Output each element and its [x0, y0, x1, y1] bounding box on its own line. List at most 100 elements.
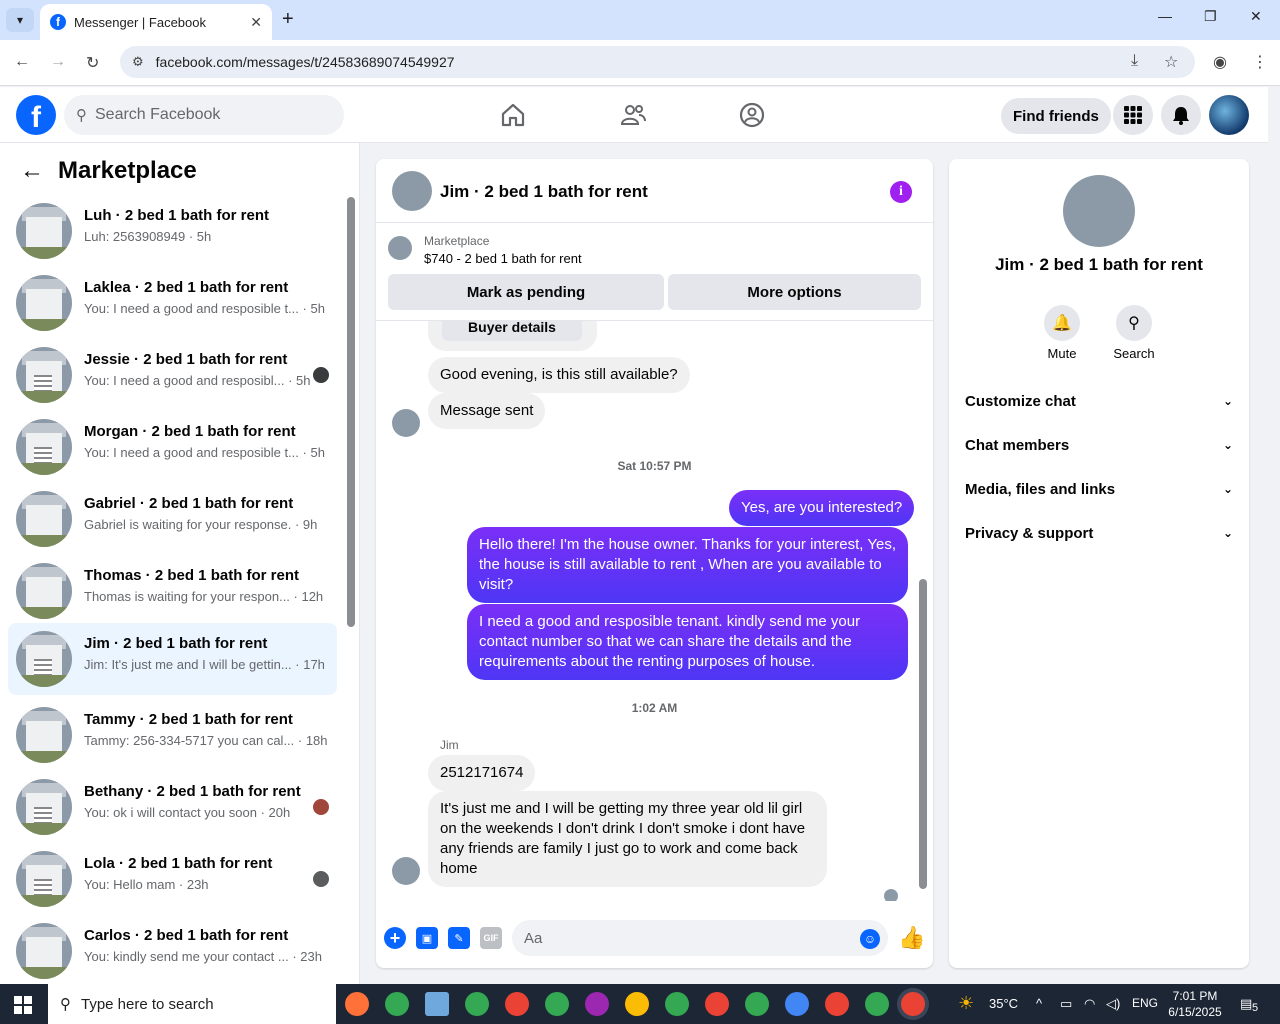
- customize-chat-row[interactable]: Customize chat ⌄: [965, 389, 1233, 413]
- listing-thumbnail: [16, 707, 72, 763]
- chrome-active-icon[interactable]: [901, 992, 925, 1016]
- mark-as-pending-button[interactable]: Mark as pending: [388, 274, 664, 310]
- mute-button[interactable]: 🔔 Mute: [1032, 305, 1092, 361]
- info-icon[interactable]: i: [890, 181, 912, 203]
- conversation-item[interactable]: Laklea · 2 bed 1 bath for rent You: I ne…: [8, 267, 337, 339]
- home-icon[interactable]: [499, 101, 527, 129]
- chrome-icon[interactable]: [705, 992, 729, 1016]
- new-tab-button[interactable]: +: [282, 8, 294, 31]
- media-files-links-row[interactable]: Media, files and links ⌄: [965, 477, 1233, 501]
- conversation-item[interactable]: Bethany · 2 bed 1 bath for rent You: ok …: [8, 771, 337, 843]
- firefox-icon[interactable]: [345, 992, 369, 1016]
- row-label: Media, files and links: [965, 480, 1116, 498]
- chrome-icon[interactable]: [585, 992, 609, 1016]
- close-window-icon[interactable]: ✕: [1250, 8, 1262, 25]
- buyer-details-button[interactable]: Buyer details: [442, 321, 582, 341]
- thumbs-up-icon[interactable]: 👍: [898, 925, 925, 951]
- chrome-icon[interactable]: [665, 992, 689, 1016]
- sticker-icon[interactable]: ✎: [448, 927, 470, 949]
- chevron-up-icon[interactable]: ^: [1036, 996, 1042, 1011]
- account-avatar[interactable]: [1209, 95, 1249, 135]
- browser-tab[interactable]: f Messenger | Facebook ✕: [40, 4, 272, 40]
- page-scrollbar[interactable]: [1268, 87, 1280, 984]
- message-input[interactable]: Aa: [512, 920, 888, 956]
- meet-now-icon[interactable]: ▭: [1060, 996, 1072, 1012]
- notifications-bell-icon[interactable]: [1161, 95, 1201, 135]
- chat-members-row[interactable]: Chat members ⌄: [965, 433, 1233, 457]
- reload-icon[interactable]: ↻: [86, 53, 99, 73]
- conversation-snippet: Luh: 2563908949 · 5h: [84, 229, 212, 244]
- taskbar-search-input[interactable]: ⚲ Type here to search: [48, 984, 336, 1024]
- contact-name: Jim · 2 bed 1 bath for rent: [995, 255, 1203, 274]
- conversation-item[interactable]: Jessie · 2 bed 1 bath for rent You: I ne…: [8, 339, 337, 411]
- message-list: Buyer details Good evening, is this stil…: [376, 321, 933, 901]
- chrome-icon[interactable]: [865, 992, 889, 1016]
- weather-icon[interactable]: ☀: [958, 993, 974, 1014]
- conversation-item[interactable]: Lola · 2 bed 1 bath for rent You: Hello …: [8, 843, 337, 915]
- chrome-icon[interactable]: [465, 992, 489, 1016]
- chrome-icon[interactable]: [545, 992, 569, 1016]
- profile-icon[interactable]: ◉: [1213, 52, 1227, 72]
- back-arrow-icon[interactable]: ←: [20, 157, 44, 185]
- conversation-snippet: You: I need a good and resposible t... ·…: [84, 301, 325, 316]
- conversation-item[interactable]: Carlos · 2 bed 1 bath for rent You: kind…: [8, 915, 337, 984]
- site-info-icon[interactable]: ⚙: [132, 54, 144, 70]
- sidebar-title: Marketplace: [58, 157, 197, 184]
- photo-icon[interactable]: ▣: [416, 927, 438, 949]
- chat-avatar[interactable]: [392, 171, 432, 211]
- conversation-item[interactable]: Luh · 2 bed 1 bath for rent Luh: 2563908…: [8, 195, 337, 267]
- photos-icon[interactable]: [425, 992, 449, 1016]
- facebook-logo-icon[interactable]: f: [16, 95, 56, 135]
- url-field[interactable]: ⚙ facebook.com/messages/t/24583689074549…: [120, 46, 1195, 78]
- emoji-icon[interactable]: ☺: [860, 929, 880, 949]
- conversation-item[interactable]: Morgan · 2 bed 1 bath for rent You: I ne…: [8, 411, 337, 483]
- forward-icon[interactable]: →: [50, 53, 66, 71]
- temperature[interactable]: 35°C: [989, 996, 1018, 1011]
- conversation-snippet: You: ok i will contact you soon · 20h: [84, 805, 291, 820]
- marketplace-sidebar: ← Marketplace Luh · 2 bed 1 bath for ren…: [0, 143, 360, 984]
- groups-icon[interactable]: [738, 101, 766, 129]
- browser-menu-icon[interactable]: ⋮: [1252, 52, 1268, 72]
- more-options-button[interactable]: More options: [668, 274, 921, 310]
- notifications-icon[interactable]: ▤: [1240, 996, 1252, 1012]
- chrome-icon[interactable]: [785, 992, 809, 1016]
- listing-thumbnail: [16, 923, 72, 979]
- tab-search-button[interactable]: ▾: [6, 8, 34, 32]
- chrome-icon[interactable]: [385, 992, 409, 1016]
- conversation-item[interactable]: Gabriel · 2 bed 1 bath for rent Gabriel …: [8, 483, 337, 555]
- sidebar-scrollbar[interactable]: [347, 197, 355, 627]
- menu-grid-icon[interactable]: [1113, 95, 1153, 135]
- listing-price[interactable]: $740 - 2 bed 1 bath for rent: [424, 251, 582, 266]
- chrome-icon[interactable]: [505, 992, 529, 1016]
- gif-icon[interactable]: GIF: [480, 927, 502, 949]
- close-tab-icon[interactable]: ✕: [250, 14, 262, 31]
- install-app-icon[interactable]: ⤓: [1131, 52, 1138, 70]
- privacy-support-row[interactable]: Privacy & support ⌄: [965, 521, 1233, 545]
- conversation-item[interactable]: Thomas · 2 bed 1 bath for rent Thomas is…: [8, 555, 337, 627]
- sender-name: Jim: [440, 738, 459, 752]
- facebook-search-input[interactable]: ⚲ Search Facebook: [64, 95, 344, 135]
- chrome-icon[interactable]: [625, 992, 649, 1016]
- chrome-icon[interactable]: [825, 992, 849, 1016]
- volume-icon[interactable]: ◁): [1106, 996, 1120, 1012]
- add-icon[interactable]: +: [384, 927, 406, 949]
- taskbar-clock[interactable]: 7:01 PM 6/15/2025: [1163, 988, 1227, 1020]
- search-icon: ⚲: [76, 107, 87, 124]
- minimize-icon[interactable]: —: [1158, 8, 1172, 24]
- back-icon[interactable]: ←: [14, 53, 30, 71]
- find-friends-button[interactable]: Find friends: [1001, 98, 1111, 134]
- friends-icon[interactable]: [619, 101, 647, 129]
- bookmark-star-icon[interactable]: ☆: [1164, 52, 1178, 72]
- search-button[interactable]: ⚲ Search: [1104, 305, 1164, 361]
- chat-panel: Jim · 2 bed 1 bath for rent i Marketplac…: [376, 159, 933, 968]
- wifi-icon[interactable]: ◠: [1084, 996, 1095, 1012]
- language-indicator[interactable]: ENG: [1132, 996, 1158, 1010]
- conversation-item-active[interactable]: Jim · 2 bed 1 bath for rent Jim: It's ju…: [8, 623, 337, 695]
- windows-start-icon[interactable]: [14, 996, 32, 1014]
- outgoing-message-bubble: Yes, are you interested?: [729, 490, 915, 526]
- restore-icon[interactable]: ❐: [1204, 8, 1217, 25]
- seen-avatar: [313, 871, 329, 887]
- chrome-icon[interactable]: [745, 992, 769, 1016]
- conversation-item[interactable]: Tammy · 2 bed 1 bath for rent Tammy: 256…: [8, 699, 337, 771]
- chat-scrollbar[interactable]: [919, 579, 927, 889]
